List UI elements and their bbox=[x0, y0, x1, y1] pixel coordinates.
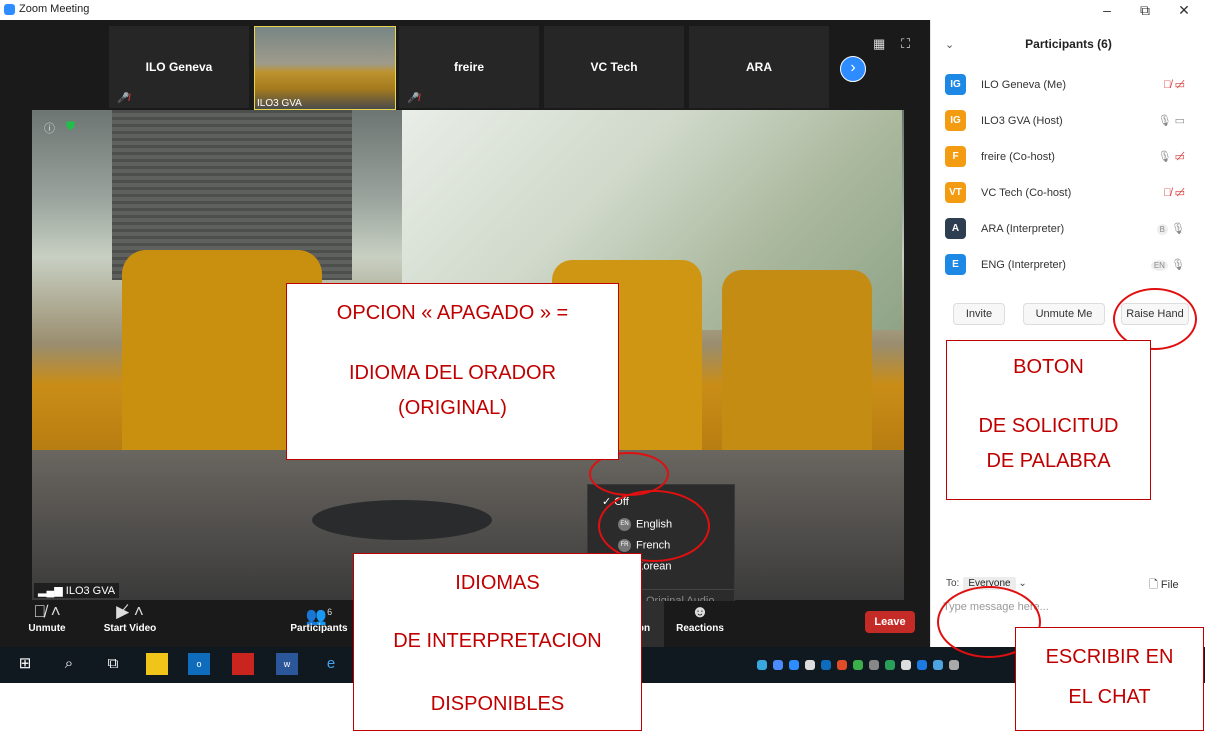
avatar: IG bbox=[945, 110, 966, 131]
thumbnail-video bbox=[255, 27, 395, 109]
participant-row[interactable]: IG ILO Geneva (Me) 🎙̸ ▭̸ bbox=[945, 70, 1195, 100]
tray-icon[interactable] bbox=[949, 660, 959, 670]
thumbnail-ilo3-gva[interactable]: ILO3 GVA bbox=[254, 26, 396, 110]
smiley-icon: ☻ bbox=[691, 602, 709, 621]
acrobat-icon[interactable] bbox=[232, 653, 254, 675]
participant-row[interactable]: F freire (Co-host) 🎙 ▭̸ bbox=[945, 142, 1195, 172]
participants-icon: 👥6 bbox=[305, 606, 333, 626]
highlight-circle bbox=[598, 490, 710, 562]
leave-button[interactable]: Leave bbox=[865, 611, 915, 633]
participant-row[interactable]: E ENG (Interpreter) EN 🎙 bbox=[945, 250, 1195, 280]
avatar: A bbox=[945, 218, 966, 239]
gallery-view-icon[interactable]: ▦ bbox=[873, 36, 885, 52]
annotation-off-option: OPCION « APAGADO » = IDIOMA DEL ORADOR (… bbox=[286, 283, 619, 460]
mic-muted-video-off-icon: 🎙̸ ▭̸ bbox=[1163, 79, 1185, 91]
video-name-label: ▂▄▆ ILO3 GVA bbox=[34, 583, 120, 598]
info-icon[interactable]: ⓘ bbox=[44, 120, 55, 136]
thumbnail-ara[interactable]: ARA bbox=[689, 26, 829, 108]
mic-muted-icon: 🎤̸ bbox=[407, 93, 420, 104]
tray-icon[interactable] bbox=[901, 660, 911, 670]
thumbnail-name: ARA bbox=[746, 60, 772, 74]
search-icon[interactable]: ⌕ bbox=[58, 653, 80, 675]
annotation-raise-hand: BOTON DE SOLICITUD DE PALABRA bbox=[946, 340, 1151, 500]
title-bar: Zoom Meeting – ⧉ ✕ bbox=[0, 0, 1205, 20]
mic-video-icon: 🎙 ▭ bbox=[1157, 115, 1185, 127]
video-speaker bbox=[312, 500, 492, 540]
thumbnail-freire[interactable]: freire 🎤̸ bbox=[399, 26, 539, 108]
reactions-button[interactable]: ☻ Reactions bbox=[672, 601, 728, 634]
video-chair bbox=[722, 270, 872, 470]
participant-name: ARA (Interpreter) bbox=[981, 223, 1065, 235]
thumbnail-ilo-geneva[interactable]: ILO Geneva 🎤̸ bbox=[109, 26, 249, 108]
participants-button[interactable]: 👥6 Participants bbox=[288, 601, 350, 634]
avatar: IG bbox=[945, 74, 966, 95]
avatar: VT bbox=[945, 182, 966, 203]
participant-name: VC Tech (Co-host) bbox=[981, 187, 1072, 199]
word-icon[interactable]: w bbox=[276, 653, 298, 675]
participant-name: ENG (Interpreter) bbox=[981, 259, 1066, 271]
invite-button[interactable]: Invite bbox=[953, 303, 1005, 325]
restore-button[interactable]: ⧉ bbox=[1133, 2, 1157, 19]
avatar: E bbox=[945, 254, 966, 275]
mic-muted-icon: 🎤̸ bbox=[117, 93, 130, 104]
participant-name: ILO Geneva (Me) bbox=[981, 79, 1066, 91]
window-title: Zoom Meeting bbox=[19, 3, 90, 15]
unmute-me-button[interactable]: Unmute Me bbox=[1023, 303, 1105, 325]
thumbnail-strip: ILO Geneva 🎤̸ ILO3 GVA freire 🎤̸ VC Tech… bbox=[0, 20, 930, 110]
annotation-chat: ESCRIBIR EN EL CHAT bbox=[1015, 627, 1204, 731]
thumbnail-name: VC Tech bbox=[590, 60, 638, 74]
annotation-languages: IDIOMAS DE INTERPRETACION DISPONIBLES bbox=[353, 553, 642, 731]
interpreter-mic-icon: B 🎙 bbox=[1156, 222, 1185, 235]
fullscreen-icon[interactable]: ⛶ bbox=[901, 36, 910, 52]
start-video-button[interactable]: ▶̸ ˄ Start Video bbox=[100, 601, 160, 634]
tray-icon[interactable] bbox=[853, 660, 863, 670]
participants-title: Participants (6) bbox=[1025, 37, 1112, 51]
thumbnail-name: freire bbox=[453, 60, 485, 74]
tray-icon[interactable] bbox=[805, 660, 815, 670]
tray-icon[interactable] bbox=[869, 660, 879, 670]
participant-row[interactable]: A ARA (Interpreter) B 🎙 bbox=[945, 214, 1195, 244]
tray-icon[interactable] bbox=[933, 660, 943, 670]
file-button[interactable]: 🗋 File bbox=[1149, 576, 1179, 595]
unmute-button[interactable]: 🎙̸ ˄ Unmute bbox=[22, 601, 72, 634]
file-explorer-icon[interactable] bbox=[146, 653, 168, 675]
tray-icon[interactable] bbox=[821, 660, 831, 670]
participant-row[interactable]: IG ILO3 GVA (Host) 🎙 ▭ bbox=[945, 106, 1195, 136]
windows-start-icon[interactable]: ⊞ bbox=[14, 653, 36, 675]
tray-icon[interactable] bbox=[789, 660, 799, 670]
participant-name: freire (Co-host) bbox=[981, 151, 1055, 163]
tray-icon[interactable] bbox=[757, 660, 767, 670]
thumbnail-name: ILO3 GVA bbox=[257, 98, 302, 109]
video-off-icon: ▶̸ ˄ bbox=[116, 602, 144, 621]
participant-row[interactable]: VT VC Tech (Co-host) 🎙̸ ▭̸ bbox=[945, 178, 1195, 208]
tray-icon[interactable] bbox=[885, 660, 895, 670]
next-page-button[interactable]: › bbox=[840, 56, 866, 82]
thumbnail-name: ILO Geneva bbox=[145, 60, 213, 74]
shield-icon[interactable]: ⛊ bbox=[66, 119, 75, 134]
tray-icon[interactable] bbox=[773, 660, 783, 670]
mic-video-off-icon: 🎙 ▭̸ bbox=[1157, 151, 1185, 163]
zoom-logo-icon bbox=[4, 4, 15, 15]
interpreter-mic-icon: EN 🎙 bbox=[1150, 258, 1185, 271]
tray-icon[interactable] bbox=[837, 660, 847, 670]
edge-icon[interactable]: e bbox=[320, 653, 342, 675]
thumbnail-vc-tech[interactable]: VC Tech bbox=[544, 26, 684, 108]
task-view-icon[interactable]: ⧉ bbox=[102, 653, 124, 675]
outlook-icon[interactable]: o bbox=[188, 653, 210, 675]
minimize-button[interactable]: – bbox=[1095, 2, 1119, 18]
mic-muted-icon: 🎙̸ ˄ bbox=[33, 602, 61, 621]
participant-name: ILO3 GVA (Host) bbox=[981, 115, 1063, 127]
mic-muted-video-off-icon: 🎙̸ ▭̸ bbox=[1163, 187, 1185, 199]
close-button[interactable]: ✕ bbox=[1172, 2, 1196, 19]
avatar: F bbox=[945, 146, 966, 167]
tray-icon[interactable] bbox=[917, 660, 927, 670]
